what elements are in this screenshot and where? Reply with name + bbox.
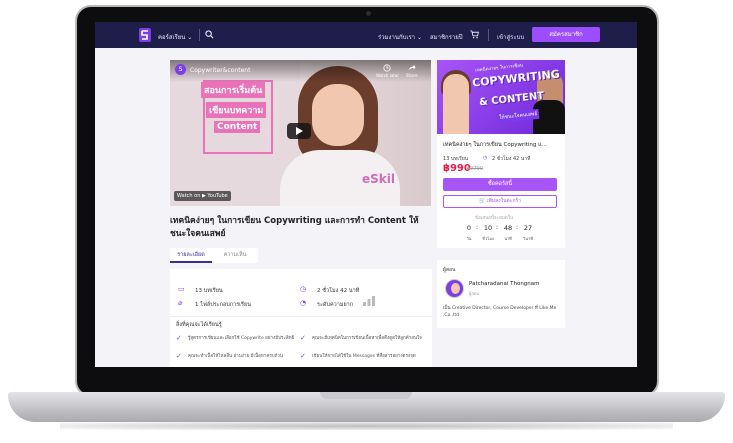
nav-divider	[488, 29, 489, 41]
watch-later-label: Watch later	[376, 73, 399, 78]
instructor-name[interactable]: Patcharadanai Thongnam	[469, 281, 540, 287]
difficulty-label: ระดับความยาก	[317, 302, 354, 308]
play-button[interactable]	[287, 123, 311, 139]
instructor-role: ผู้สอน	[469, 291, 479, 296]
add-to-cart-button[interactable]: 🛒 เพิ่มลงในตะกร้า	[443, 195, 557, 208]
course-thumbnail[interactable]: เทคนิคง่ายๆ ในการเขียน COPYWRITING & CON…	[437, 60, 565, 134]
offer-timer-label: ข้อเสนอนี้จะหมดใน	[475, 216, 514, 221]
search-icon[interactable]	[205, 30, 214, 39]
timer-separator: :	[476, 224, 479, 231]
webcam	[366, 11, 371, 16]
top-nav: คอร์สเรียน ⌄ ร่วมงานกับเรา ⌄ สมาชิกรายปี…	[95, 22, 637, 48]
channel-avatar[interactable]: S	[175, 64, 186, 75]
buy-course-button[interactable]: ซื้อคอร์สนี้	[443, 178, 557, 191]
learn-item: คุณจะมีเทคนิคในการเขียนเนื้อหาเพื่อดึงดู…	[312, 336, 422, 341]
check-icon: ✓	[176, 352, 182, 360]
timer-days-unit: วัน	[466, 236, 472, 241]
paperclip-icon: ⌀	[178, 299, 183, 307]
instructor-bio: เป็น Creative Director, Course Developer…	[443, 306, 557, 318]
learn-heading: สิ่งที่คุณจะได้เรียนรู้	[176, 322, 222, 328]
timer-hours: 10	[483, 224, 493, 232]
timer-hours-unit: ชั่วโมง	[482, 236, 494, 241]
laptop-shadow	[60, 422, 673, 430]
share-button[interactable]: Share	[406, 64, 418, 78]
video-board-line-3: Content	[214, 121, 261, 133]
video-board-line-1: สอนการเริ่มต้น	[201, 82, 266, 98]
share-icon	[408, 64, 416, 71]
divider	[170, 316, 432, 317]
share-label: Share	[406, 73, 418, 78]
avatar[interactable]	[445, 279, 464, 298]
lessons-count: 13 บทเรียน	[195, 288, 223, 294]
timer-separator: :	[496, 224, 499, 231]
instructor-heading: ผู้สอน	[443, 267, 456, 273]
logo-icon[interactable]	[139, 28, 151, 42]
learn-item: รู้สูตรการเขียนและเลือกใช้ Copywrite อย่…	[188, 336, 295, 341]
thumbnail-person-left	[443, 74, 469, 134]
nav-annual-membership[interactable]: สมาชิกรายปี	[430, 32, 463, 42]
timer-seconds-unit: วินาที	[523, 236, 533, 241]
login-link[interactable]: เข้าสู่ระบบ	[497, 32, 524, 42]
book-icon: ▭	[178, 285, 185, 293]
timer-seconds: 27	[523, 224, 533, 232]
clock-icon	[383, 64, 392, 72]
check-icon: ✓	[300, 352, 306, 360]
check-icon: ✓	[176, 334, 182, 342]
difficulty-bars-icon	[363, 296, 375, 306]
sidebar-course-title: เทคนิคง่ายๆ ในการเขียน Copywriting แ...	[443, 142, 547, 148]
learn-item: คุณจะทำเนื้อให้ไหลลื่น อ่านง่าย มีเนื้อห…	[188, 354, 283, 359]
sidebar-duration: 2 ชั่วโมง 42 นาที	[492, 156, 531, 162]
video-channel-name[interactable]: Copywriter&content	[190, 67, 250, 74]
duration: 2 ชั่วโมง 42 นาที	[317, 288, 360, 294]
clock-icon: ◷	[483, 155, 488, 161]
video-player[interactable]: eSkil สอนการเริ่มต้น เขียนบทความ Content…	[170, 60, 431, 206]
register-button[interactable]: สมัครสมาชิก	[532, 27, 600, 42]
video-shirt-text: eSkil	[362, 172, 395, 186]
tab-details[interactable]: รายละเอียด	[170, 248, 212, 263]
timer-minutes-unit: นาที	[504, 236, 512, 241]
avatar-face	[451, 283, 460, 294]
timer-days: 0	[466, 224, 472, 232]
video-board-line-2: เขียนบทความ	[206, 102, 267, 118]
check-icon: ✓	[300, 334, 306, 342]
course-title: เทคนิคง่ายๆ ในการเขียน Copywriting และกา…	[170, 216, 419, 239]
video-presenter-face	[312, 84, 364, 146]
nav-join-menu[interactable]: ร่วมงานกับเรา ⌄	[378, 32, 422, 42]
watch-later-button[interactable]: Watch later	[376, 64, 399, 78]
play-icon	[296, 127, 303, 135]
clock-icon: ◷	[300, 285, 307, 293]
old-price: ฿2790	[467, 166, 483, 172]
sidebar-lessons: 13 บทเรียน	[443, 156, 469, 162]
tab-reviews[interactable]: ความเห็น	[212, 248, 258, 263]
nav-divider	[199, 29, 200, 41]
learn-item: เขียนให้ขายได้ใช้ใน Messages ที่สื่อสารอ…	[312, 354, 416, 359]
timer-minutes: 48	[503, 224, 513, 232]
nav-courses-menu[interactable]: คอร์สเรียน ⌄	[158, 32, 192, 42]
screen: คอร์สเรียน ⌄ ร่วมงานกับเรา ⌄ สมาชิกรายปี…	[95, 22, 637, 367]
cart-icon[interactable]	[470, 30, 479, 39]
files-count: 1 ไฟล์ประกอบการเรียน	[195, 302, 251, 308]
gauge-icon: ◔	[300, 299, 307, 307]
watch-on-youtube[interactable]: Watch on ▶ YouTube	[174, 191, 231, 201]
timer-separator: :	[516, 224, 519, 231]
laptop-notch	[320, 392, 412, 399]
